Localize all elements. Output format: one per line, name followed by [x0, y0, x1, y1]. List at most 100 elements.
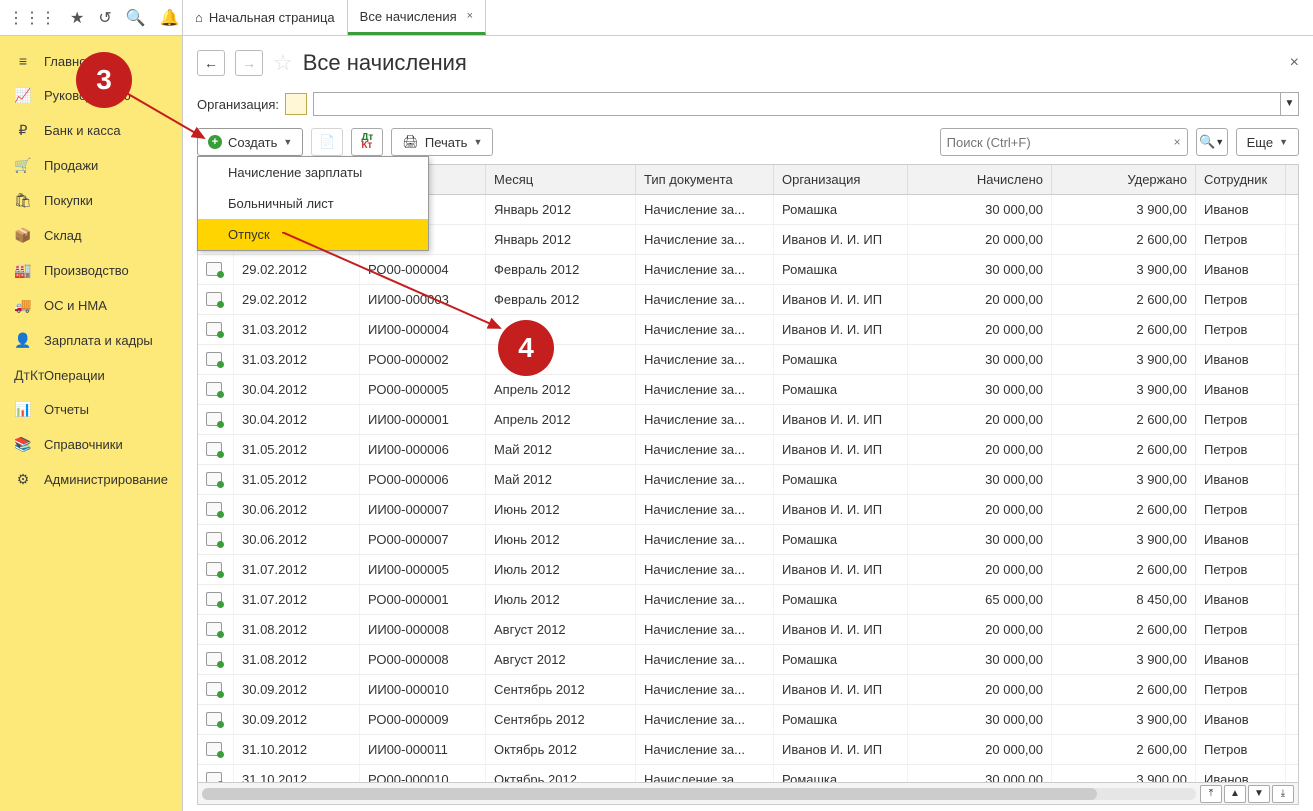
print-button[interactable]: 🖨 Печать ▼	[391, 128, 493, 156]
close-icon[interactable]: ×	[467, 10, 473, 22]
scroll-buttons: ⤒ ▲ ▼ ⤓	[1200, 785, 1298, 803]
document-icon	[206, 772, 222, 782]
close-icon[interactable]: ×	[1290, 54, 1299, 72]
sidebar-item[interactable]: 📦Склад	[0, 218, 182, 253]
table-cell: 30 000,00	[908, 765, 1052, 782]
search-field[interactable]	[947, 135, 1174, 150]
column-header[interactable]: Организация	[774, 165, 908, 194]
scroll-down-button[interactable]: ▼	[1248, 785, 1270, 803]
table-cell: Иванов И. И. ИП	[774, 555, 908, 584]
scroll-bottom-button[interactable]: ⤓	[1272, 785, 1294, 803]
copy-button[interactable]: 📄	[311, 128, 343, 156]
history-icon[interactable]: ↺	[98, 8, 111, 28]
column-header[interactable]: Начислено	[908, 165, 1052, 194]
table-row[interactable]: 30.04.2012РО00-000005Апрель 2012Начислен…	[198, 375, 1298, 405]
sidebar-item[interactable]: 📚Справочники	[0, 427, 182, 462]
table-cell	[198, 465, 234, 494]
create-button[interactable]: + Создать ▼	[197, 128, 303, 156]
table-cell: 20 000,00	[908, 555, 1052, 584]
table-cell: Начисление за...	[636, 375, 774, 404]
document-icon	[206, 682, 222, 696]
tab[interactable]: ⌂Начальная страница	[183, 0, 348, 35]
table-cell: Иванов И. И. ИП	[774, 225, 908, 254]
table-row[interactable]: 31.05.2012ИИ00-000006Май 2012Начисление …	[198, 435, 1298, 465]
scroll-top-button[interactable]: ⤒	[1200, 785, 1222, 803]
table-row[interactable]: 30.09.2012РО00-000009Сентябрь 2012Начисл…	[198, 705, 1298, 735]
table-cell: 2 600,00	[1052, 615, 1196, 644]
menu-item[interactable]: Больничный лист	[198, 188, 428, 219]
sidebar-item[interactable]: 🚚ОС и НМА	[0, 288, 182, 323]
table-row[interactable]: 31.03.2012ИИ00-000004Начисление за...Ива…	[198, 315, 1298, 345]
table-cell: 20 000,00	[908, 495, 1052, 524]
sidebar-item[interactable]: ДтКтОперации	[0, 358, 182, 392]
favorite-icon[interactable]: ☆	[273, 50, 293, 76]
table-cell: Начисление за...	[636, 405, 774, 434]
sidebar-label: Операции	[44, 368, 105, 383]
column-header[interactable]: Сотрудник	[1196, 165, 1286, 194]
column-header[interactable]: Месяц	[486, 165, 636, 194]
sidebar-item[interactable]: 🛍Покупки	[0, 183, 182, 218]
table-row[interactable]: 30.06.2012ИИ00-000007Июнь 2012Начисление…	[198, 495, 1298, 525]
table-row[interactable]: 31.07.2012РО00-000001Июль 2012Начисление…	[198, 585, 1298, 615]
scroll-up-button[interactable]: ▲	[1224, 785, 1246, 803]
column-header[interactable]: Тип документа	[636, 165, 774, 194]
table-row[interactable]: 31.10.2012ИИ00-000011Октябрь 2012Начисле…	[198, 735, 1298, 765]
page-header: ← → ☆ Все начисления ×	[197, 50, 1299, 76]
column-header[interactable]: Удержано	[1052, 165, 1196, 194]
document-icon	[206, 712, 222, 726]
table-row[interactable]: 29.02.2012РО00-000004Февраль 2012Начисле…	[198, 255, 1298, 285]
chevron-down-icon: ▼	[473, 137, 482, 147]
sidebar-item[interactable]: ₽Банк и касса	[0, 113, 182, 148]
table-row[interactable]: 29.02.2012ИИ00-000003Февраль 2012Начисле…	[198, 285, 1298, 315]
table-cell: Иванов И. И. ИП	[774, 285, 908, 314]
table-row[interactable]: 31.08.2012ИИ00-000008Август 2012Начислен…	[198, 615, 1298, 645]
organization-select[interactable]: ▼	[313, 92, 1299, 116]
table-row[interactable]: 30.06.2012РО00-000007Июнь 2012Начисление…	[198, 525, 1298, 555]
table-cell: Август 2012	[486, 645, 636, 674]
sidebar-item[interactable]: ⚙Администрирование	[0, 462, 182, 497]
menu-item[interactable]: Отпуск	[198, 219, 428, 250]
toolbar: + Создать ▼ Начисление зарплатыБольничны…	[197, 128, 1299, 156]
table-cell: Иванов	[1196, 645, 1286, 674]
table-row[interactable]: 30.09.2012ИИ00-000010Сентябрь 2012Начисл…	[198, 675, 1298, 705]
horizontal-scrollbar[interactable]	[202, 788, 1196, 800]
table-row[interactable]: 31.07.2012ИИ00-000005Июль 2012Начисление…	[198, 555, 1298, 585]
sidebar-item[interactable]: 🛒Продажи	[0, 148, 182, 183]
bell-icon[interactable]: 🔔	[160, 8, 180, 28]
table-row[interactable]: 31.05.2012РО00-000006Май 2012Начисление …	[198, 465, 1298, 495]
table-cell	[198, 525, 234, 554]
sidebar-item[interactable]: 📊Отчеты	[0, 392, 182, 427]
table-cell	[198, 315, 234, 344]
table-row[interactable]: 31.10.2012РО00-000010Октябрь 2012Начисле…	[198, 765, 1298, 782]
search-input[interactable]: ×	[940, 128, 1188, 156]
table-row[interactable]: 30.04.2012ИИ00-000001Апрель 2012Начислен…	[198, 405, 1298, 435]
apps-icon[interactable]: ⋮⋮⋮	[8, 8, 56, 28]
search-button[interactable]: 🔍 ▼	[1196, 128, 1228, 156]
table-footer: ⤒ ▲ ▼ ⤓	[198, 782, 1298, 804]
table-cell: ИИ00-000005	[360, 555, 486, 584]
table-cell: Ромашка	[774, 345, 908, 374]
table-cell: Начисление за...	[636, 285, 774, 314]
more-button[interactable]: Еще ▼	[1236, 128, 1299, 156]
table-cell: РО00-000002	[360, 345, 486, 374]
forward-button[interactable]: →	[235, 50, 263, 76]
organization-checkbox[interactable]	[285, 93, 307, 115]
table-cell: 3 900,00	[1052, 255, 1196, 284]
table-cell: 30.09.2012	[234, 705, 360, 734]
table-row[interactable]: 31.08.2012РО00-000008Август 2012Начислен…	[198, 645, 1298, 675]
sidebar-item[interactable]: 👤Зарплата и кадры	[0, 323, 182, 358]
table-cell: РО00-000005	[360, 375, 486, 404]
chevron-down-icon[interactable]: ▼	[1280, 93, 1298, 115]
table-cell: 30 000,00	[908, 195, 1052, 224]
tab[interactable]: Все начисления×	[348, 0, 486, 35]
back-button[interactable]: ←	[197, 50, 225, 76]
search-icon[interactable]: 🔍	[126, 8, 146, 28]
table-row[interactable]: 31.03.2012РО00-000002Начисление за...Ром…	[198, 345, 1298, 375]
table-cell: Начисление за...	[636, 555, 774, 584]
menu-item[interactable]: Начисление зарплаты	[198, 157, 428, 188]
clear-icon[interactable]: ×	[1174, 135, 1181, 149]
table-cell: Февраль 2012	[486, 255, 636, 284]
sidebar-item[interactable]: 🏭Производство	[0, 253, 182, 288]
dtkt-button[interactable]: ДтКт	[351, 128, 383, 156]
star-icon[interactable]: ★	[70, 8, 84, 28]
